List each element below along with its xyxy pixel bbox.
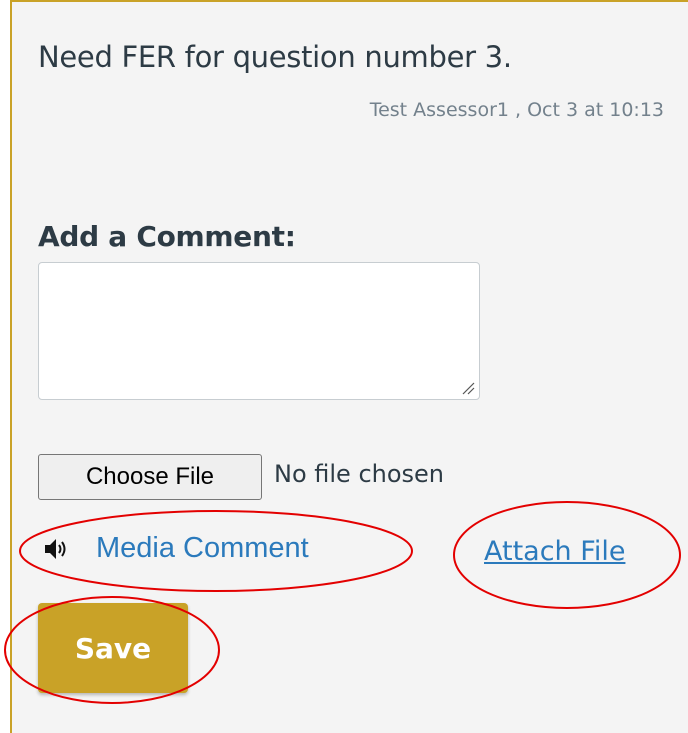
attach-file-link[interactable]: Attach File [484,536,625,567]
media-comment-link[interactable]: Media Comment [42,532,309,565]
media-comment-label[interactable]: Media Comment [96,532,309,565]
no-file-chosen-text: No file chosen [274,460,445,488]
comment-author-timestamp: Test Assessor1 , Oct 3 at 10:13 [369,99,664,121]
comments-panel: Need FER for question number 3. Test Ass… [10,0,688,733]
save-button[interactable]: Save [38,603,188,693]
speaker-icon [45,538,66,559]
choose-file-button[interactable]: Choose File [38,454,262,500]
comment-textarea[interactable] [38,262,480,400]
add-comment-label: Add a Comment: [38,220,296,253]
comment-text: Need FER for question number 3. [38,40,512,74]
